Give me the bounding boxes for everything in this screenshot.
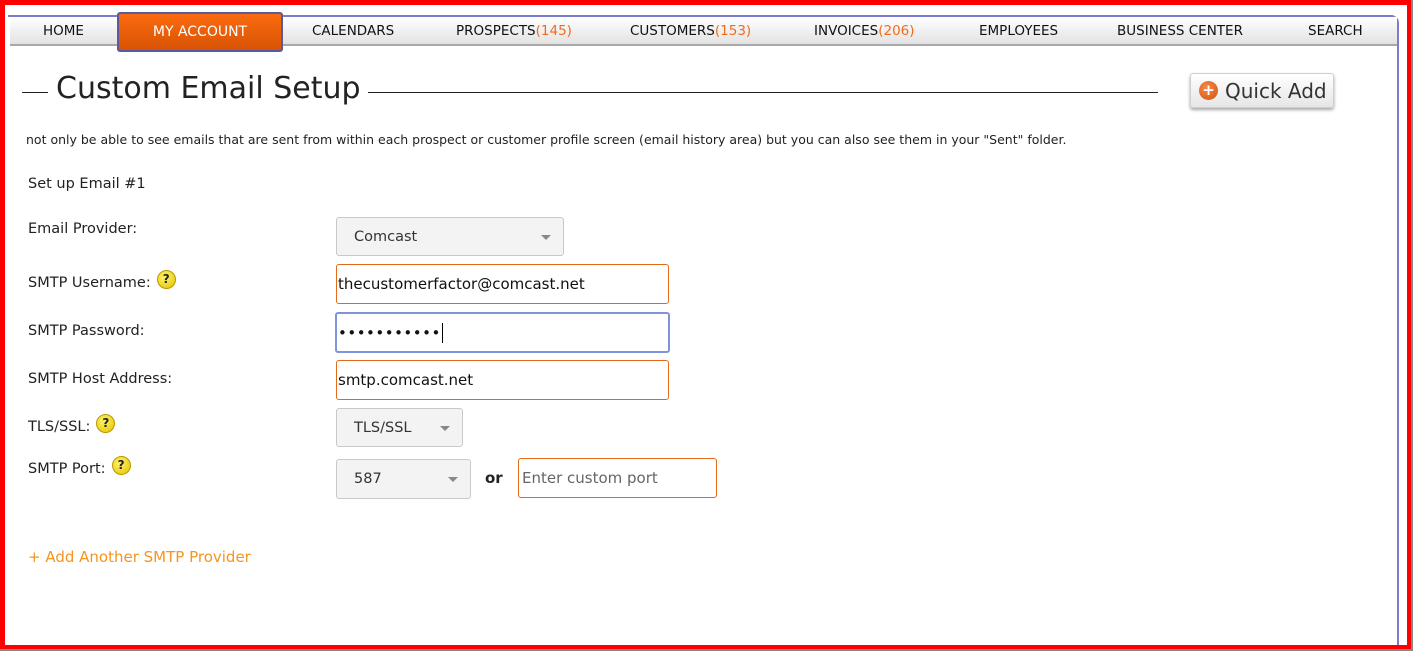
nav-my-account[interactable]: MY ACCOUNT [117, 12, 283, 52]
password-mask: ••••••••••• [338, 323, 441, 342]
nav-calendars[interactable]: CALENDARS [312, 17, 394, 46]
nav-employees[interactable]: EMPLOYEES [979, 17, 1058, 46]
nav-search[interactable]: SEARCH [1308, 17, 1363, 46]
smtp-port-select[interactable]: 587 [336, 459, 471, 499]
nav-label: CALENDARS [312, 23, 395, 39]
nav-business-center[interactable]: BUSINESS CENTER [1117, 17, 1243, 46]
help-icon[interactable]: ? [156, 270, 176, 289]
nav-label: CUSTOMERS [630, 23, 715, 39]
label-text: SMTP Password: [28, 323, 145, 339]
quick-add-button[interactable]: + Quick Add [1190, 73, 1334, 108]
text-cursor [441, 322, 443, 343]
chevron-down-icon [541, 234, 551, 240]
add-smtp-provider-link[interactable]: + Add Another SMTP Provider [28, 548, 251, 566]
email-provider-select[interactable]: Comcast [336, 217, 564, 256]
nav-prospects[interactable]: PROSPECTS(145) [456, 17, 572, 46]
quick-add-label: Quick Add [1225, 78, 1327, 103]
label-text: SMTP Host Address: [28, 371, 173, 387]
title-divider-left [22, 92, 48, 93]
nav-invoices[interactable]: INVOICES(206) [814, 17, 915, 46]
nav-customers[interactable]: CUSTOMERS(153) [630, 17, 751, 46]
label-text: SMTP Username: [28, 274, 151, 291]
description-text: not only be able to see emails that are … [26, 132, 1067, 147]
title-divider-right [368, 92, 1158, 93]
nav-label: PROSPECTS [456, 23, 536, 39]
tls-ssl-label: TLS/SSL: ? [28, 414, 116, 436]
or-separator: or [485, 469, 503, 487]
nav-count-badge: (206) [878, 23, 915, 39]
help-icon[interactable]: ? [111, 456, 131, 475]
input-placeholder: Enter custom port [522, 469, 658, 487]
label-text: Email Provider: [28, 221, 138, 237]
label-text: SMTP Port: [28, 460, 106, 477]
smtp-username-label: SMTP Username: ? [28, 270, 176, 292]
label-text: TLS/SSL: [28, 418, 91, 435]
custom-port-input[interactable]: Enter custom port [518, 458, 717, 498]
nav-label: HOME [43, 23, 84, 39]
email-provider-label: Email Provider: [28, 221, 137, 237]
nav-home[interactable]: HOME [43, 17, 84, 46]
nav-label: BUSINESS CENTER [1117, 23, 1243, 39]
chevron-down-icon [440, 425, 450, 431]
smtp-host-input[interactable]: smtp.comcast.net [336, 360, 669, 400]
nav-count-badge: (153) [714, 23, 752, 39]
smtp-password-label: SMTP Password: [28, 323, 145, 339]
nav-label: MY ACCOUNT [152, 24, 248, 40]
nav-count-badge: (145) [535, 23, 572, 39]
nav-label: EMPLOYEES [979, 23, 1059, 39]
nav-label: SEARCH [1308, 23, 1363, 39]
input-value: thecustomerfactor@comcast.net [338, 275, 585, 293]
tls-ssl-select[interactable]: TLS/SSL [336, 408, 463, 447]
select-value: TLS/SSL [354, 419, 412, 436]
help-icon[interactable]: ? [96, 414, 116, 433]
smtp-username-input[interactable]: thecustomerfactor@comcast.net [336, 264, 669, 304]
nav-label: INVOICES [814, 23, 879, 39]
smtp-password-input[interactable]: ••••••••••• [335, 312, 670, 353]
select-value: Comcast [354, 228, 418, 245]
select-value: 587 [354, 471, 382, 487]
smtp-host-label: SMTP Host Address: [28, 371, 172, 387]
chevron-down-icon [448, 477, 458, 482]
input-value: smtp.comcast.net [338, 371, 474, 389]
plus-circle-icon: + [1199, 81, 1218, 100]
page-title: Custom Email Setup [56, 71, 361, 106]
section-label: Set up Email #1 [28, 176, 146, 192]
smtp-port-label: SMTP Port: ? [28, 456, 131, 478]
